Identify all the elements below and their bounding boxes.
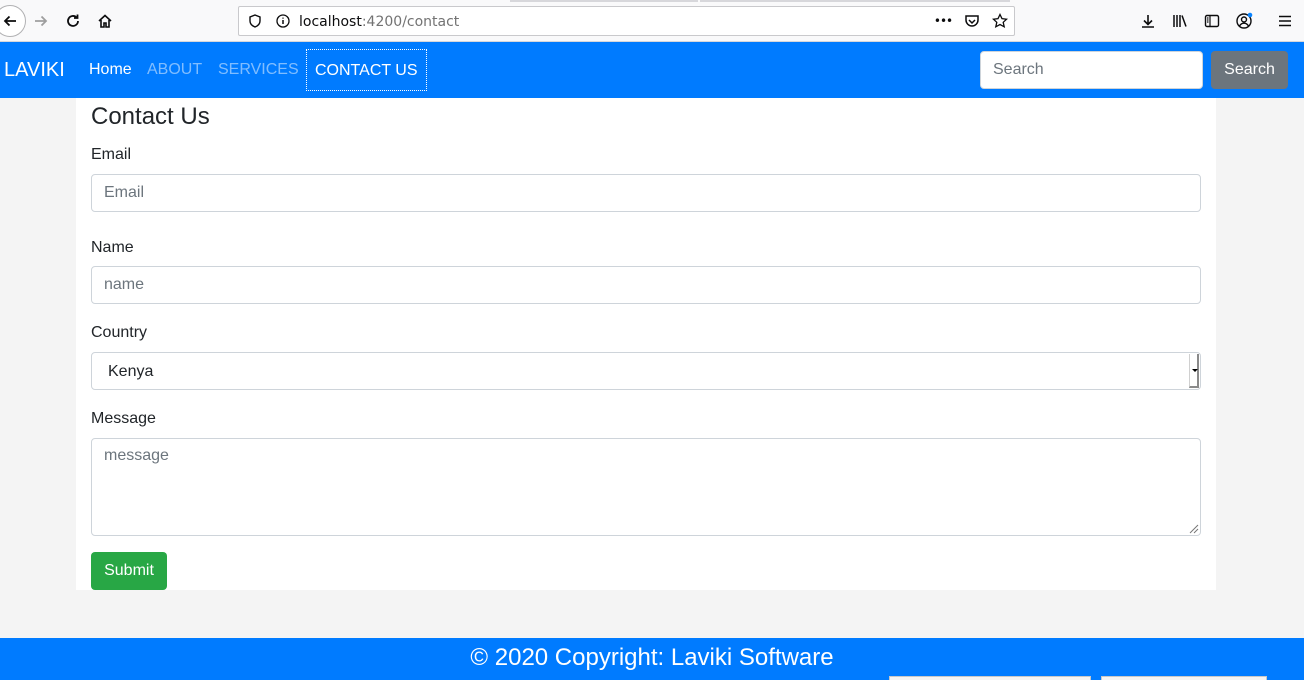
country-label: Country (91, 324, 148, 341)
pocket-icon[interactable] (962, 11, 982, 31)
back-arrow-icon[interactable] (0, 5, 26, 37)
browser-toolbar: localhost:4200/contact ••• (0, 0, 1304, 42)
url-host: localhost (299, 14, 362, 30)
downloads-icon[interactable] (1138, 11, 1158, 31)
country-select[interactable]: Kenya (91, 352, 1201, 390)
page-title: Contact Us (91, 103, 210, 130)
address-bar[interactable]: localhost:4200/contact ••• (238, 6, 1015, 36)
search-input[interactable] (980, 51, 1203, 89)
home-icon[interactable] (95, 11, 115, 31)
tab-strip-edge (700, 0, 1010, 2)
nav-link-contact[interactable]: CONTACT US (306, 49, 427, 91)
url-path: :4200/contact (361, 14, 460, 30)
footer: © 2020 Copyright: Laviki Software (0, 638, 1304, 680)
nav-link-home[interactable]: Home (89, 61, 132, 79)
navbar: LAVIKI Home ABOUT SERVICES CONTACT US Se… (0, 42, 1304, 98)
library-icon[interactable] (1170, 11, 1190, 31)
name-label: Name (91, 239, 134, 256)
country-selected-value: Kenya (108, 363, 154, 380)
search-button[interactable]: Search (1211, 51, 1288, 89)
footer-copyright: © 2020 Copyright: Laviki Software (470, 644, 834, 671)
sidebar-icon[interactable] (1202, 11, 1222, 31)
brand-logo[interactable]: LAVIKI (4, 59, 65, 82)
bottom-edge-box (889, 676, 1091, 680)
message-label: Message (91, 410, 156, 427)
menu-icon[interactable] (1275, 11, 1295, 31)
nav-link-services[interactable]: SERVICES (218, 61, 299, 79)
site-info-icon[interactable] (273, 11, 293, 31)
reload-icon[interactable] (63, 11, 83, 31)
email-label: Email (91, 146, 132, 163)
resize-grip-icon[interactable] (1187, 522, 1199, 534)
bottom-edge-box (1101, 676, 1267, 680)
forward-arrow-icon[interactable] (31, 11, 51, 31)
url-text[interactable]: localhost:4200/contact (299, 14, 459, 30)
name-field[interactable] (91, 266, 1201, 304)
shield-icon[interactable] (245, 11, 265, 31)
submit-button[interactable]: Submit (91, 552, 167, 590)
account-icon[interactable] (1234, 11, 1254, 31)
nav-link-about[interactable]: ABOUT (147, 61, 202, 79)
tab-strip-edge (510, 0, 698, 2)
bookmark-star-icon[interactable] (990, 11, 1010, 31)
dropdown-arrow-icon[interactable] (1189, 354, 1199, 388)
email-field[interactable] (91, 174, 1201, 212)
message-field[interactable] (91, 438, 1201, 536)
page-actions-icon[interactable]: ••• (933, 11, 953, 31)
